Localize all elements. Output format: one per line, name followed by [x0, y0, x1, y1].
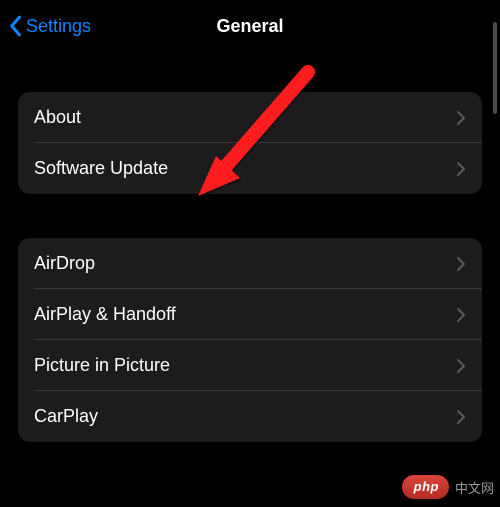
chevron-right-icon: [456, 110, 466, 126]
content: About Software Update AirDrop AirPlay & …: [0, 92, 500, 442]
chevron-right-icon: [456, 358, 466, 374]
watermark: php 中文网: [402, 475, 494, 499]
row-label: AirDrop: [34, 253, 95, 274]
nav-bar: Settings General: [0, 0, 500, 52]
row-software-update[interactable]: Software Update: [18, 143, 482, 194]
row-carplay[interactable]: CarPlay: [18, 391, 482, 442]
scrollbar[interactable]: [493, 22, 497, 114]
row-label: Software Update: [34, 158, 168, 179]
page-title: General: [216, 16, 283, 37]
back-label: Settings: [26, 16, 91, 37]
row-airplay-handoff[interactable]: AirPlay & Handoff: [18, 289, 482, 340]
chevron-left-icon: [8, 15, 22, 37]
watermark-text: 中文网: [455, 478, 494, 497]
row-about[interactable]: About: [18, 92, 482, 143]
row-label: Picture in Picture: [34, 355, 170, 376]
settings-group-2: AirDrop AirPlay & Handoff Picture in Pic…: [18, 238, 482, 442]
row-label: CarPlay: [34, 406, 98, 427]
row-label: About: [34, 107, 81, 128]
row-picture-in-picture[interactable]: Picture in Picture: [18, 340, 482, 391]
chevron-right-icon: [456, 409, 466, 425]
php-badge: php: [402, 475, 449, 499]
chevron-right-icon: [456, 161, 466, 177]
back-button[interactable]: Settings: [8, 15, 91, 37]
chevron-right-icon: [456, 307, 466, 323]
row-label: AirPlay & Handoff: [34, 304, 176, 325]
row-airdrop[interactable]: AirDrop: [18, 238, 482, 289]
chevron-right-icon: [456, 256, 466, 272]
settings-group-1: About Software Update: [18, 92, 482, 194]
